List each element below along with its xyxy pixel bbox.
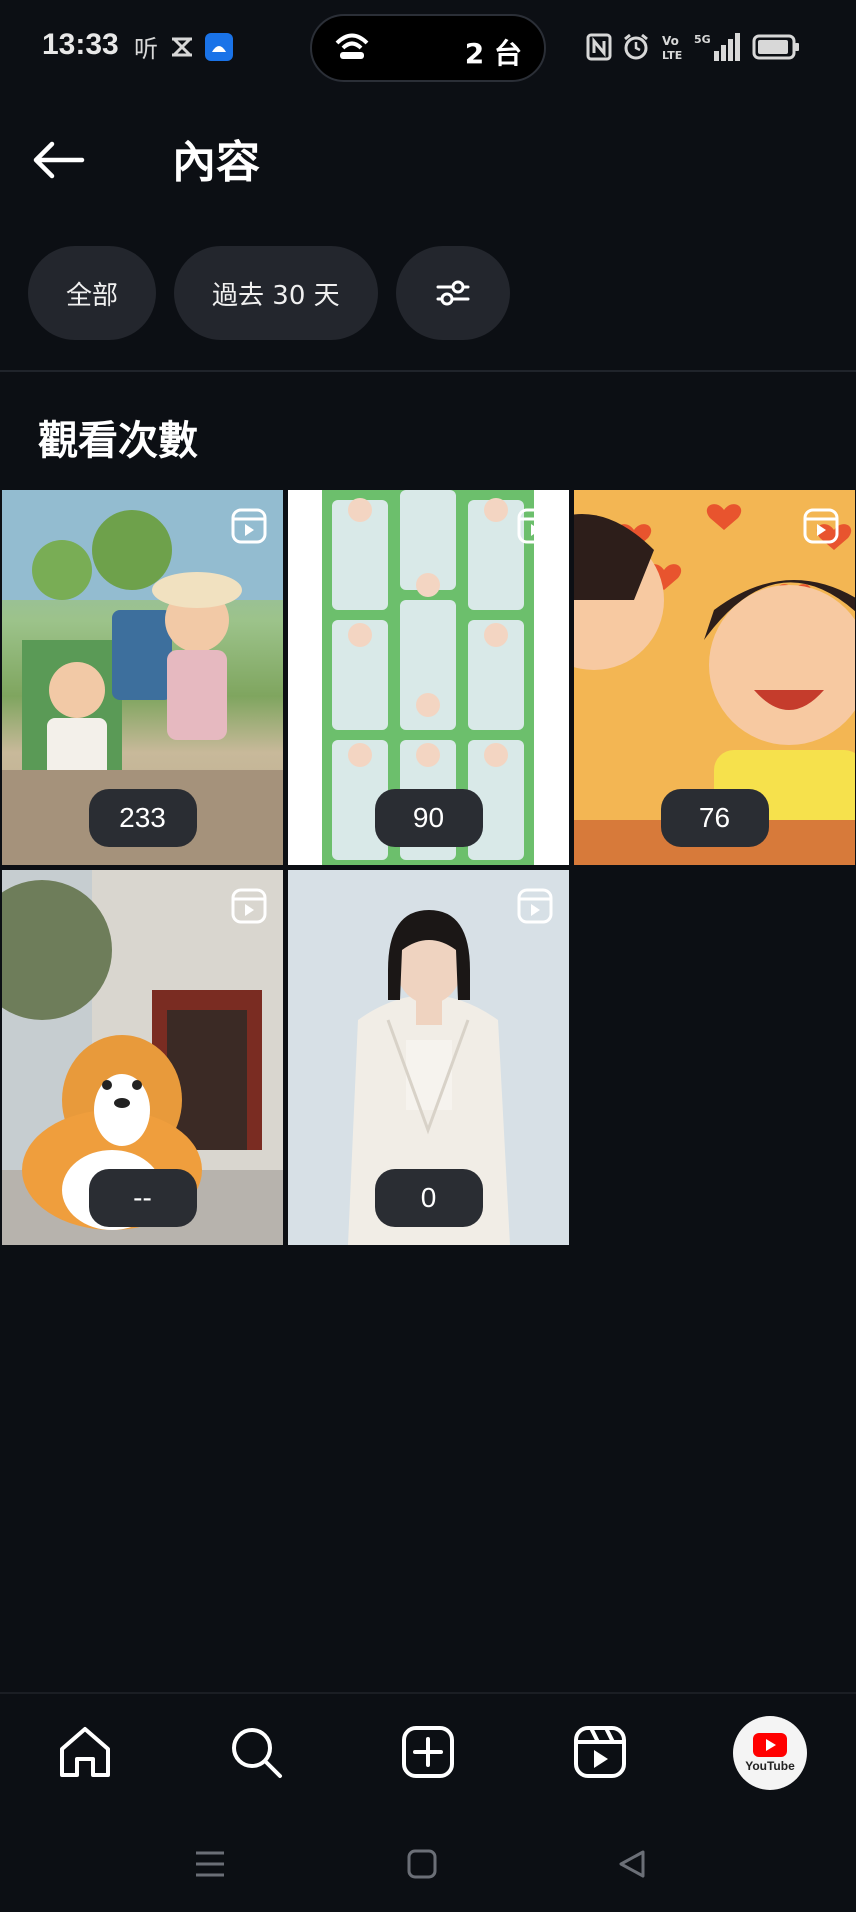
reels-icon (803, 508, 839, 544)
status-bar: 13:33 听 2 台 Vo LTE 5G (0, 0, 856, 100)
divider (0, 370, 856, 372)
nav-create-button[interactable] (398, 1722, 458, 1782)
alarm-icon (622, 30, 650, 64)
video-tile[interactable]: 76 (574, 490, 855, 865)
dynamic-island[interactable]: 2 台 (310, 14, 546, 82)
volte-icon: Vo LTE (660, 30, 688, 64)
system-home-button[interactable] (402, 1844, 442, 1884)
sliders-icon (436, 280, 470, 306)
triangle-back-icon (619, 1850, 645, 1878)
view-count-badge: 233 (88, 789, 197, 847)
reels-icon (231, 508, 267, 544)
add-icon (402, 1726, 454, 1778)
view-count-badge: 90 (374, 789, 483, 847)
menu-icon (196, 1851, 224, 1877)
page-title: 內容 (172, 137, 260, 188)
back-button[interactable] (30, 130, 102, 190)
connected-devices-count: 2 台 (464, 37, 522, 70)
view-count-badge: -- (88, 1169, 197, 1227)
avatar-text: YouTube (745, 1759, 795, 1773)
capcut-icon (168, 30, 196, 64)
reels-icon (517, 888, 553, 924)
profile-avatar[interactable]: YouTube (733, 1716, 807, 1790)
filter-all-chip[interactable]: 全部 (28, 246, 157, 340)
video-tile[interactable]: 0 (288, 870, 569, 1245)
signal-5g-icon: 5G (694, 30, 740, 64)
video-tile[interactable]: 90 (288, 490, 569, 865)
bottom-nav: YouTube (0, 1692, 856, 1814)
page-header: 內容 (0, 100, 856, 210)
reels-icon (231, 888, 267, 924)
nav-search-button[interactable] (226, 1722, 286, 1782)
battery-icon (752, 30, 800, 64)
home-icon (60, 1727, 110, 1777)
system-nav-bar (0, 1812, 856, 1912)
filter-period-chip[interactable]: 過去 30 天 (174, 246, 378, 340)
view-count-badge: 0 (374, 1169, 483, 1227)
svg-text:LTE: LTE (662, 49, 682, 62)
nav-reels-button[interactable] (570, 1722, 630, 1782)
svg-text:5G: 5G (694, 33, 711, 46)
system-back-button[interactable] (612, 1844, 652, 1884)
view-count-badge: 76 (660, 789, 769, 847)
back-arrow-icon (33, 141, 85, 179)
video-tile[interactable]: 233 (2, 490, 283, 865)
nav-home-button[interactable] (55, 1722, 115, 1782)
reels-icon (517, 508, 553, 544)
section-title: 觀看次數 (38, 418, 198, 464)
search-icon (232, 1728, 282, 1778)
hotspot-icon (334, 30, 370, 66)
video-tile[interactable]: -- (2, 870, 283, 1245)
system-menu-button[interactable] (190, 1844, 230, 1884)
youtube-logo-icon (753, 1733, 787, 1757)
filter-bar: 全部 過去 30 天 (28, 246, 510, 340)
svg-text:Vo: Vo (662, 34, 679, 48)
app-notification-icon: 听 (132, 30, 162, 64)
video-grid: 233 90 76 -- 0 (2, 490, 855, 1245)
android-icon (204, 30, 234, 64)
reels-icon (574, 1726, 626, 1778)
svg-text:听: 听 (134, 35, 158, 62)
nfc-icon (586, 30, 612, 64)
filter-settings-chip[interactable] (395, 246, 510, 340)
square-icon (407, 1849, 437, 1879)
status-time: 13:33 (42, 28, 119, 61)
